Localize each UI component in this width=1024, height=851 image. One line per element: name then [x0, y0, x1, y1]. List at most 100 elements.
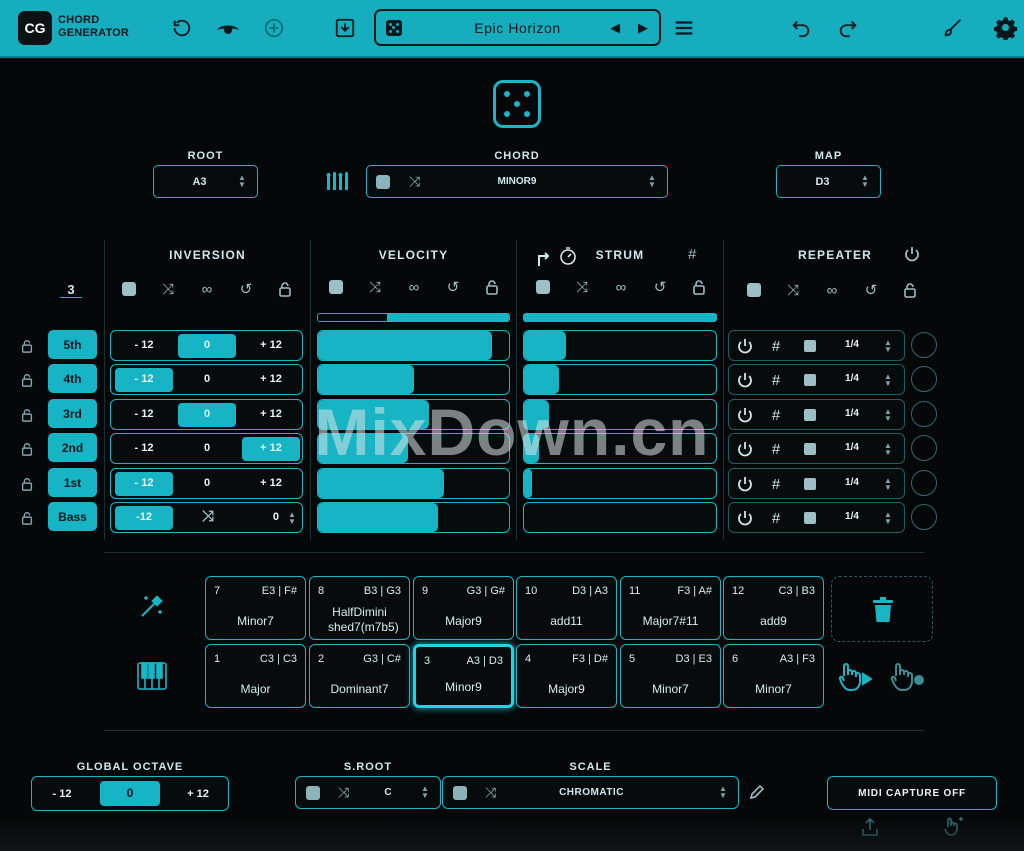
link-icon[interactable]: ∞ — [405, 278, 423, 296]
strum-slider[interactable] — [523, 399, 717, 430]
chord-slot[interactable]: 6 A3 | F3 Minor7 — [723, 644, 824, 708]
inversion-zero[interactable]: 0 — [178, 408, 236, 420]
strum-slider[interactable] — [523, 468, 717, 499]
repeater-indicator[interactable] — [911, 435, 937, 461]
dice-icon[interactable] — [801, 337, 819, 355]
reset-icon[interactable] — [170, 16, 194, 40]
s-root-selector[interactable]: ⤨ C ▲ ▼ — [295, 776, 441, 809]
repeater-power-icon[interactable] — [904, 246, 920, 262]
preset-selector[interactable]: Epic Horizon ◀ ▶ — [374, 9, 661, 46]
velocity-slider[interactable] — [317, 433, 510, 464]
chord-selector[interactable]: ⤨ MINOR9 ▲ ▼ — [366, 165, 668, 198]
midi-capture-button[interactable]: MIDI CAPTURE OFF — [827, 776, 997, 810]
repeater-indicator[interactable] — [911, 504, 937, 530]
updown-arrows-icon[interactable]: ▲ ▼ — [883, 373, 893, 388]
chord-slot[interactable]: 1 C3 | C3 Major — [205, 644, 306, 708]
inversion-plus[interactable]: + 12 — [242, 373, 300, 385]
voice-button[interactable]: 2nd — [48, 433, 97, 462]
updown-arrows-icon[interactable]: ▲ ▼ — [647, 174, 657, 189]
strum-slider[interactable] — [523, 364, 717, 395]
dice-icon[interactable] — [801, 406, 819, 424]
eye-icon[interactable] — [216, 16, 240, 40]
chord-slot[interactable]: 4 F3 | D# Major9 — [516, 644, 617, 708]
power-icon[interactable] — [736, 509, 754, 527]
inversion-control[interactable]: - 12 0 + 12 — [110, 364, 303, 395]
updown-arrows-icon[interactable]: ▲ ▼ — [883, 511, 893, 526]
chord-slot[interactable]: 5 D3 | E3 Minor7 — [620, 644, 721, 708]
strum-slider[interactable] — [523, 502, 717, 533]
reset-icon[interactable]: ↺ — [237, 280, 255, 298]
octave-plus[interactable]: + 12 — [178, 788, 218, 800]
updown-arrows-icon[interactable]: ▲ ▼ — [883, 408, 893, 423]
inversion-control[interactable]: - 12 0 + 12 — [110, 330, 303, 361]
shuffle-icon[interactable]: ⤨ — [338, 784, 349, 801]
reset-icon[interactable]: ↺ — [651, 278, 669, 296]
updown-arrows-icon[interactable]: ▲ ▼ — [883, 477, 893, 492]
repeater-control[interactable]: #1/4 ▲ ▼ — [728, 502, 905, 533]
inversion-zero[interactable]: 0 — [178, 477, 236, 489]
lock-icon[interactable] — [20, 339, 34, 353]
add-circle-icon[interactable] — [262, 16, 286, 40]
link-icon[interactable]: ∞ — [823, 281, 841, 299]
magic-wand-icon[interactable] — [138, 592, 166, 620]
shuffle-icon[interactable]: ⤨ — [485, 784, 496, 801]
dice-icon[interactable] — [801, 440, 819, 458]
randomize-all-dice-icon[interactable] — [493, 80, 541, 128]
piano-keys-icon[interactable] — [137, 662, 167, 690]
velocity-slider[interactable] — [317, 330, 510, 361]
updown-arrows-icon[interactable]: ▲ ▼ — [237, 174, 247, 189]
power-icon[interactable] — [736, 440, 754, 458]
strum-direction-icon[interactable] — [536, 250, 552, 266]
dice-icon[interactable] — [534, 278, 552, 296]
velocity-slider[interactable] — [317, 399, 510, 430]
map-selector[interactable]: D3 ▲ ▼ — [776, 165, 881, 198]
strum-slider[interactable] — [523, 330, 717, 361]
grid-sync-icon[interactable]: # — [767, 371, 785, 389]
chord-slot[interactable]: 8 B3 | G3 HalfDimini shed7(m7b5) — [309, 576, 410, 640]
inversion-minus[interactable]: - 12 — [115, 339, 173, 351]
updown-arrows-icon[interactable]: ▲ ▼ — [718, 785, 728, 800]
inversion-zero[interactable]: 0 — [178, 442, 236, 454]
hand-sparkle-icon[interactable] — [944, 815, 966, 837]
updown-arrows-icon[interactable]: ▲ ▼ — [860, 174, 870, 189]
dice-icon[interactable] — [327, 278, 345, 296]
inversion-minus[interactable]: - 12 — [115, 408, 173, 420]
grid-sync-icon[interactable]: # — [688, 247, 704, 263]
inversion-minus[interactable]: - 12 — [115, 442, 173, 454]
repeater-rate[interactable]: 1/4 — [837, 477, 867, 488]
repeater-control[interactable]: #1/4 ▲ ▼ — [728, 330, 905, 361]
grid-sync-icon[interactable]: # — [767, 337, 785, 355]
shuffle-icon[interactable]: ⤨ — [784, 281, 802, 299]
link-icon[interactable]: ∞ — [198, 280, 216, 298]
strum-master-bar[interactable] — [523, 313, 717, 322]
inversion-control[interactable]: - 12 0 + 12 — [110, 433, 303, 464]
voice-button[interactable]: 5th — [48, 330, 97, 359]
inversion-plus[interactable]: + 12 — [242, 442, 300, 454]
next-preset-icon[interactable]: ▶ — [638, 20, 648, 36]
shuffle-icon[interactable]: ⤨ — [573, 278, 591, 296]
chord-slot[interactable]: 9 G3 | G# Major9 — [413, 576, 514, 640]
power-icon[interactable] — [736, 475, 754, 493]
dice-icon[interactable] — [453, 786, 467, 800]
bass-offset-value[interactable]: 0 — [251, 511, 291, 523]
brush-icon[interactable] — [941, 16, 965, 40]
repeater-control[interactable]: #1/4 ▲ ▼ — [728, 399, 905, 430]
grid-sync-icon[interactable]: # — [767, 440, 785, 458]
lock-icon[interactable] — [20, 477, 34, 491]
lock-icon[interactable] — [276, 280, 294, 298]
inversion-minus[interactable]: - 12 — [115, 477, 173, 489]
velocity-slider[interactable] — [317, 364, 510, 395]
reset-icon[interactable]: ↺ — [444, 278, 462, 296]
trash-icon[interactable] — [872, 597, 894, 623]
grid-sync-icon[interactable]: # — [767, 475, 785, 493]
chord-slot[interactable]: 3 A3 | D3 Minor9 — [413, 644, 514, 708]
power-icon[interactable] — [736, 371, 754, 389]
repeater-rate[interactable]: 1/4 — [837, 511, 867, 522]
export-icon[interactable] — [860, 817, 880, 837]
inversion-zero[interactable]: 0 — [178, 339, 236, 351]
inversion-plus[interactable]: + 12 — [242, 339, 300, 351]
undo-icon[interactable] — [789, 16, 813, 40]
repeater-indicator[interactable] — [911, 401, 937, 427]
velocity-slider[interactable] — [317, 468, 510, 499]
power-icon[interactable] — [736, 406, 754, 424]
